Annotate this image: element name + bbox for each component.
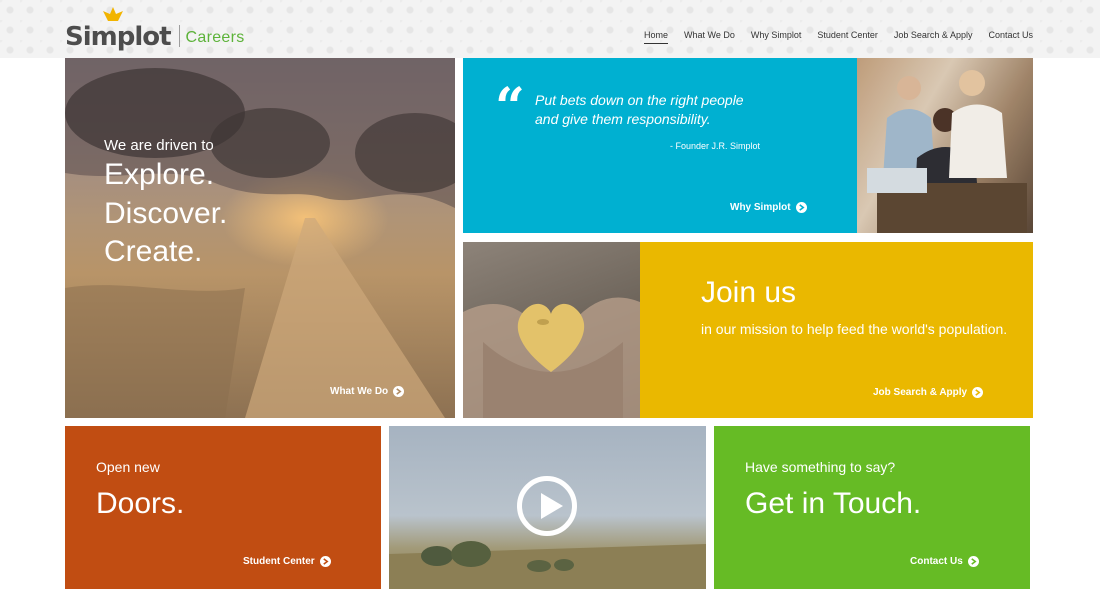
leaf-icon (103, 7, 123, 21)
hero-word-discover: Discover. (104, 197, 228, 230)
touch-intro: Have something to say? (745, 459, 896, 475)
join-us-subtitle: in our mission to help feed the world's … (701, 321, 1008, 337)
circle-arrow-right-icon (967, 556, 979, 567)
circle-arrow-right-icon (393, 386, 405, 397)
contact-tile: Have something to say? Get in Touch. Con… (714, 426, 1030, 589)
office-team-photo (857, 58, 1033, 233)
nav-job-search-apply[interactable]: Job Search & Apply (894, 30, 973, 44)
nav-student-center[interactable]: Student Center (817, 30, 878, 44)
potato-hands-photo (463, 242, 640, 418)
circle-arrow-right-icon (795, 202, 807, 213)
logo-careers-label: Careers (185, 29, 245, 46)
logo[interactable]: Simplot Careers (65, 7, 245, 52)
doors-intro: Open new (96, 459, 160, 475)
hero-word-explore: Explore. (104, 158, 215, 191)
what-we-do-link-label: What We Do (330, 386, 389, 397)
nav-what-we-do[interactable]: What We Do (684, 30, 735, 44)
nav-home[interactable]: Home (643, 30, 668, 44)
job-search-apply-link-label: Job Search & Apply (873, 387, 968, 398)
site-header: Simplot Careers Home What We Do Why Simp… (0, 0, 1100, 58)
nav-contact-us[interactable]: Contact Us (988, 30, 1033, 44)
play-triangle (541, 493, 563, 519)
video-tile (389, 426, 706, 589)
what-we-do-link[interactable]: What We Do (330, 386, 405, 397)
join-us-tile: Join us in our mission to help feed the … (640, 242, 1033, 418)
logo-divider (178, 25, 180, 47)
main-nav: Home What We Do Why Simplot Student Cent… (643, 30, 1033, 44)
why-simplot-link[interactable]: Why Simplot (730, 202, 807, 213)
touch-title: Get in Touch. (745, 487, 922, 520)
circle-arrow-right-icon (972, 387, 984, 398)
potato-hands-illustration (463, 297, 640, 418)
contact-us-link[interactable]: Contact Us (910, 556, 979, 567)
job-search-apply-link[interactable]: Job Search & Apply (873, 387, 984, 398)
play-icon[interactable] (517, 476, 577, 536)
student-center-link-label: Student Center (243, 556, 315, 567)
student-center-tile: Open new Doors. Student Center (65, 426, 381, 589)
join-us-title: Join us (701, 276, 797, 309)
quote-author: - Founder J.R. Simplot (670, 141, 761, 151)
student-center-link[interactable]: Student Center (243, 556, 331, 567)
hero-intro: We are driven to (104, 137, 214, 154)
why-simplot-link-label: Why Simplot (730, 202, 791, 213)
quote-text: Put bets down on the right people and gi… (535, 92, 744, 127)
contact-us-link-label: Contact Us (910, 556, 963, 567)
hero-word-create: Create. (104, 235, 203, 268)
nav-why-simplot[interactable]: Why Simplot (751, 30, 802, 44)
doors-title: Doors. (96, 487, 185, 520)
hero-tile: We are driven to Explore. Discover. Crea… (65, 58, 455, 418)
quote-tile: “ Put bets down on the right people and … (463, 58, 857, 233)
office-team-illustration (857, 58, 1033, 233)
circle-arrow-right-icon (319, 556, 331, 567)
quote-icon: “ (495, 77, 525, 138)
logo-wordmark: Simplot (65, 22, 172, 52)
